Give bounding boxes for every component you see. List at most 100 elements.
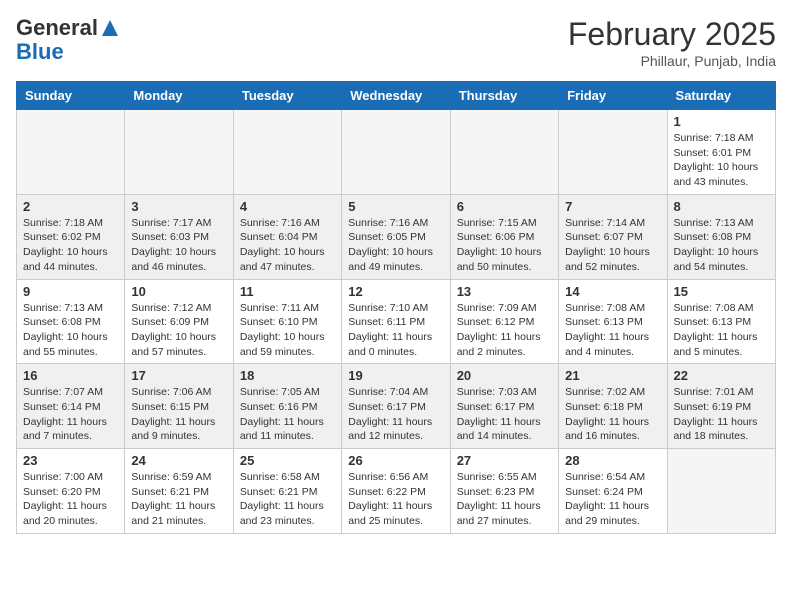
col-header-sunday: Sunday — [17, 82, 125, 110]
col-header-wednesday: Wednesday — [342, 82, 450, 110]
logo: General Blue — [16, 16, 120, 64]
day-info: Sunrise: 6:55 AM Sunset: 6:23 PM Dayligh… — [457, 470, 552, 529]
calendar-cell: 11 Sunrise: 7:11 AM Sunset: 6:10 PM Dayli… — [233, 279, 341, 364]
day-info: Sunrise: 7:04 AM Sunset: 6:17 PM Dayligh… — [348, 385, 443, 444]
calendar-cell: 3 Sunrise: 7:17 AM Sunset: 6:03 PM Daylig… — [125, 194, 233, 279]
day-number: 13 — [457, 284, 552, 299]
day-number: 6 — [457, 199, 552, 214]
calendar-cell — [233, 110, 341, 195]
day-number: 2 — [23, 199, 118, 214]
calendar-cell: 15Sunrise: 7:08 AM Sunset: 6:13 PM Dayli… — [667, 279, 775, 364]
calendar-cell: 24 Sunrise: 6:59 AM Sunset: 6:21 PM Dayli… — [125, 449, 233, 534]
calendar-cell: 16 Sunrise: 7:07 AM Sunset: 6:14 PM Dayli… — [17, 364, 125, 449]
calendar-cell — [450, 110, 558, 195]
day-number: 25 — [240, 453, 335, 468]
day-number: 20 — [457, 368, 552, 383]
day-number: 12 — [348, 284, 443, 299]
day-number: 22 — [674, 368, 769, 383]
day-info: Sunrise: 7:16 AM Sunset: 6:04 PM Dayligh… — [240, 216, 335, 275]
day-info: Sunrise: 7:07 AM Sunset: 6:14 PM Dayligh… — [23, 385, 118, 444]
day-number: 23 — [23, 453, 118, 468]
calendar-cell: 22 Sunrise: 7:01 AM Sunset: 6:19 PM Dayli… — [667, 364, 775, 449]
day-info: Sunrise: 7:18 AM Sunset: 6:02 PM Dayligh… — [23, 216, 118, 275]
calendar-cell: 18 Sunrise: 7:05 AM Sunset: 6:16 PM Dayli… — [233, 364, 341, 449]
day-info: Sunrise: 7:08 AM Sunset: 6:13 PM Dayligh… — [565, 301, 660, 360]
calendar-cell: 7 Sunrise: 7:14 AM Sunset: 6:07 PM Daylig… — [559, 194, 667, 279]
location: Phillaur, Punjab, India — [568, 53, 776, 69]
day-info: Sunrise: 7:06 AM Sunset: 6:15 PM Dayligh… — [131, 385, 226, 444]
calendar-cell — [17, 110, 125, 195]
day-info: Sunrise: 7:13 AM Sunset: 6:08 PM Dayligh… — [674, 216, 769, 275]
calendar-cell: 28 Sunrise: 6:54 AM Sunset: 6:24 PM Dayli… — [559, 449, 667, 534]
calendar-cell: 13Sunrise: 7:09 AM Sunset: 6:12 PM Dayli… — [450, 279, 558, 364]
calendar-cell: 2 Sunrise: 7:18 AM Sunset: 6:02 PM Daylig… — [17, 194, 125, 279]
calendar-cell: 23 Sunrise: 7:00 AM Sunset: 6:20 PM Dayli… — [17, 449, 125, 534]
calendar-cell: 10Sunrise: 7:12 AM Sunset: 6:09 PM Dayli… — [125, 279, 233, 364]
col-header-monday: Monday — [125, 82, 233, 110]
day-number: 4 — [240, 199, 335, 214]
calendar-cell — [342, 110, 450, 195]
day-number: 3 — [131, 199, 226, 214]
day-number: 11 — [240, 284, 335, 299]
day-number: 21 — [565, 368, 660, 383]
day-number: 7 — [565, 199, 660, 214]
day-number: 8 — [674, 199, 769, 214]
calendar-cell — [559, 110, 667, 195]
title-block: February 2025 Phillaur, Punjab, India — [568, 16, 776, 69]
calendar-cell — [667, 449, 775, 534]
calendar-cell: 12 Sunrise: 7:10 AM Sunset: 6:11 PM Dayli… — [342, 279, 450, 364]
day-number: 9 — [23, 284, 118, 299]
calendar-cell: 17 Sunrise: 7:06 AM Sunset: 6:15 PM Dayli… — [125, 364, 233, 449]
calendar-cell: 27 Sunrise: 6:55 AM Sunset: 6:23 PM Dayli… — [450, 449, 558, 534]
calendar-cell: 6 Sunrise: 7:15 AM Sunset: 6:06 PM Daylig… — [450, 194, 558, 279]
calendar-cell: 25 Sunrise: 6:58 AM Sunset: 6:21 PM Dayli… — [233, 449, 341, 534]
day-number: 19 — [348, 368, 443, 383]
day-number: 1 — [674, 114, 769, 129]
day-number: 17 — [131, 368, 226, 383]
calendar-cell: 9 Sunrise: 7:13 AM Sunset: 6:08 PM Daylig… — [17, 279, 125, 364]
day-info: Sunrise: 7:12 AM Sunset: 6:09 PM Dayligh… — [131, 301, 226, 360]
col-header-friday: Friday — [559, 82, 667, 110]
calendar-cell: 20 Sunrise: 7:03 AM Sunset: 6:17 PM Dayli… — [450, 364, 558, 449]
day-info: Sunrise: 7:11 AM Sunset: 6:10 PM Dayligh… — [240, 301, 335, 360]
day-info: Sunrise: 6:59 AM Sunset: 6:21 PM Dayligh… — [131, 470, 226, 529]
day-info: Sunrise: 7:02 AM Sunset: 6:18 PM Dayligh… — [565, 385, 660, 444]
page-header: General Blue February 2025 Phillaur, Pun… — [16, 16, 776, 69]
day-info: Sunrise: 7:18 AM Sunset: 6:01 PM Dayligh… — [674, 131, 769, 190]
calendar-week-row: 9 Sunrise: 7:13 AM Sunset: 6:08 PM Daylig… — [17, 279, 776, 364]
calendar-cell: 1 Sunrise: 7:18 AM Sunset: 6:01 PM Daylig… — [667, 110, 775, 195]
day-number: 26 — [348, 453, 443, 468]
day-info: Sunrise: 7:10 AM Sunset: 6:11 PM Dayligh… — [348, 301, 443, 360]
day-info: Sunrise: 7:00 AM Sunset: 6:20 PM Dayligh… — [23, 470, 118, 529]
day-info: Sunrise: 7:05 AM Sunset: 6:16 PM Dayligh… — [240, 385, 335, 444]
col-header-thursday: Thursday — [450, 82, 558, 110]
day-info: Sunrise: 7:17 AM Sunset: 6:03 PM Dayligh… — [131, 216, 226, 275]
calendar-cell: 21 Sunrise: 7:02 AM Sunset: 6:18 PM Dayli… — [559, 364, 667, 449]
calendar-cell: 19 Sunrise: 7:04 AM Sunset: 6:17 PM Dayli… — [342, 364, 450, 449]
calendar-cell: 5 Sunrise: 7:16 AM Sunset: 6:05 PM Daylig… — [342, 194, 450, 279]
day-info: Sunrise: 6:54 AM Sunset: 6:24 PM Dayligh… — [565, 470, 660, 529]
day-info: Sunrise: 7:01 AM Sunset: 6:19 PM Dayligh… — [674, 385, 769, 444]
day-info: Sunrise: 7:13 AM Sunset: 6:08 PM Dayligh… — [23, 301, 118, 360]
month-year: February 2025 — [568, 16, 776, 53]
day-number: 24 — [131, 453, 226, 468]
calendar-week-row: 16 Sunrise: 7:07 AM Sunset: 6:14 PM Dayli… — [17, 364, 776, 449]
calendar-week-row: 23 Sunrise: 7:00 AM Sunset: 6:20 PM Dayli… — [17, 449, 776, 534]
day-info: Sunrise: 7:15 AM Sunset: 6:06 PM Dayligh… — [457, 216, 552, 275]
day-number: 28 — [565, 453, 660, 468]
day-info: Sunrise: 6:58 AM Sunset: 6:21 PM Dayligh… — [240, 470, 335, 529]
calendar-cell — [125, 110, 233, 195]
day-number: 16 — [23, 368, 118, 383]
day-number: 27 — [457, 453, 552, 468]
day-info: Sunrise: 7:03 AM Sunset: 6:17 PM Dayligh… — [457, 385, 552, 444]
logo-icon — [100, 18, 120, 38]
day-number: 5 — [348, 199, 443, 214]
calendar-week-row: 2 Sunrise: 7:18 AM Sunset: 6:02 PM Daylig… — [17, 194, 776, 279]
day-number: 18 — [240, 368, 335, 383]
calendar: SundayMondayTuesdayWednesdayThursdayFrid… — [16, 81, 776, 534]
day-info: Sunrise: 7:08 AM Sunset: 6:13 PM Dayligh… — [674, 301, 769, 360]
day-info: Sunrise: 7:16 AM Sunset: 6:05 PM Dayligh… — [348, 216, 443, 275]
day-info: Sunrise: 6:56 AM Sunset: 6:22 PM Dayligh… — [348, 470, 443, 529]
day-info: Sunrise: 7:14 AM Sunset: 6:07 PM Dayligh… — [565, 216, 660, 275]
logo-general-text: General — [16, 16, 98, 40]
